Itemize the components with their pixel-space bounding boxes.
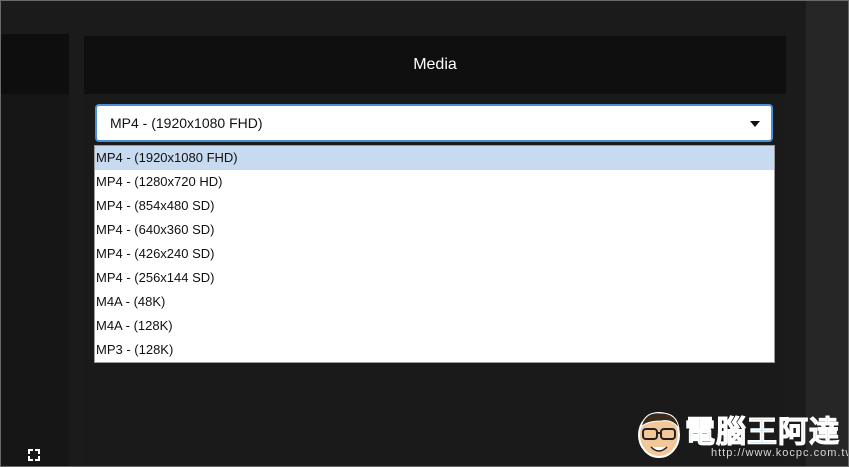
app-frame: Media MP4 - (1920x1080 FHD) MP4 - (1920x… [0, 0, 849, 467]
format-select[interactable]: MP4 - (1920x1080 FHD) [95, 104, 773, 142]
format-option[interactable]: MP4 - (640x360 SD) [95, 218, 774, 242]
format-option[interactable]: M4A - (128K) [95, 314, 774, 338]
right-edge-panel [806, 1, 848, 466]
format-select-value: MP4 - (1920x1080 FHD) [110, 115, 263, 131]
left-panel-header [1, 34, 69, 94]
fullscreen-button[interactable] [25, 446, 43, 464]
format-option[interactable]: MP4 - (426x240 SD) [95, 242, 774, 266]
format-option[interactable]: MP4 - (1280x720 HD) [95, 170, 774, 194]
format-option[interactable]: MP4 - (256x144 SD) [95, 266, 774, 290]
fullscreen-icon [28, 449, 40, 461]
format-dropdown-list: MP4 - (1920x1080 FHD) MP4 - (1280x720 HD… [94, 145, 775, 363]
media-title: Media [413, 56, 457, 73]
format-option[interactable]: MP3 - (128K) [95, 338, 774, 362]
format-option[interactable]: M4A - (48K) [95, 290, 774, 314]
left-panel [1, 34, 69, 466]
chevron-down-icon [750, 121, 760, 127]
format-option[interactable]: MP4 - (1920x1080 FHD) [95, 146, 774, 170]
media-header: Media [84, 36, 786, 94]
watermark: 電腦王阿達 http://www.kocpc.com.tw [631, 405, 849, 465]
mascot-icon [638, 412, 680, 458]
watermark-title: 電腦王阿達 [685, 415, 840, 451]
format-option[interactable]: MP4 - (854x480 SD) [95, 194, 774, 218]
watermark-url: http://www.kocpc.com.tw [711, 447, 849, 459]
